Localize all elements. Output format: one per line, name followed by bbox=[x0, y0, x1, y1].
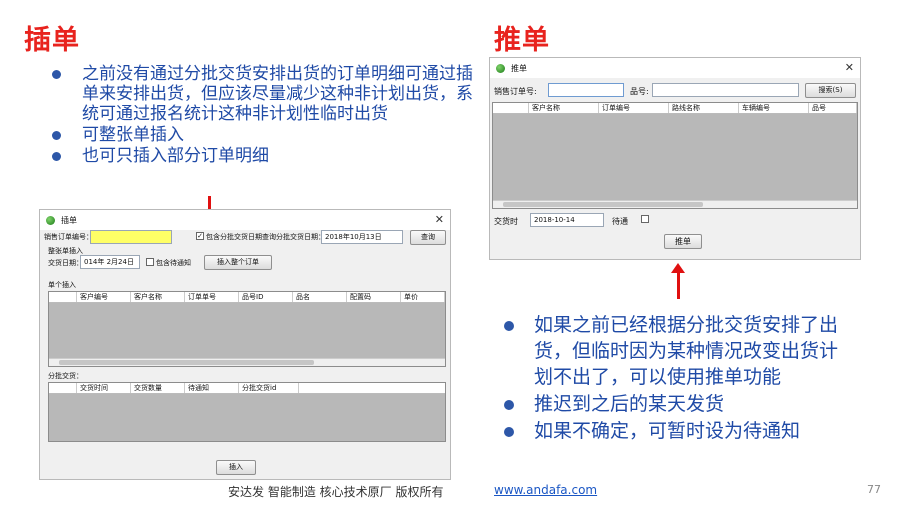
push-item-label: 品号: bbox=[630, 87, 649, 96]
down-arrow-shaft bbox=[208, 196, 211, 210]
whole-group-label: 整张单插入 bbox=[48, 247, 83, 255]
column-header[interactable]: 订单单号 bbox=[185, 292, 239, 302]
push-grid-header: 客户名称 订单编号 路线名称 车辆编号 品号 bbox=[493, 103, 857, 114]
column-header[interactable]: 单价 bbox=[401, 292, 445, 302]
bullet-dot bbox=[52, 131, 61, 140]
column-header[interactable]: 品号ID bbox=[239, 292, 293, 302]
detail-grid[interactable]: 客户编号 客户名称 订单单号 品号ID 品名 配置码 单价 bbox=[48, 291, 446, 367]
include-pending-label: 包含待通知 bbox=[156, 259, 191, 267]
push-grid[interactable]: 客户名称 订单编号 路线名称 车辆编号 品号 bbox=[492, 102, 858, 209]
right-title: 推单 bbox=[494, 25, 550, 56]
push-window: 推单 ✕ 销售订单号: 品号: 搜索(S) 客户名称 订单编号 路线名称 车辆编… bbox=[489, 57, 861, 260]
batch-group-label: 分批交货： bbox=[48, 372, 83, 380]
insert-window-titlebar: 插单 ✕ bbox=[40, 210, 450, 230]
insert-window-title: 插单 bbox=[61, 215, 77, 225]
bullet-dot bbox=[52, 70, 61, 79]
row-header-cell bbox=[49, 292, 77, 302]
column-header[interactable]: 客户名称 bbox=[131, 292, 185, 302]
bullet-dot bbox=[52, 152, 61, 161]
row-header-cell bbox=[49, 383, 77, 393]
push-order-no-input[interactable] bbox=[548, 83, 624, 97]
batch-grid[interactable]: 交货时间 交货数量 待通知 分批交货id bbox=[48, 382, 446, 442]
footer-company: 安达发 智能制造 核心技术原厂 版权所有 bbox=[228, 485, 444, 499]
app-icon bbox=[46, 215, 55, 225]
insert-window: 插单 ✕ 销售订单编号： ✓ 包含分批交货日期查询 分批交货日期： 2018年1… bbox=[39, 209, 451, 480]
right-bullet: 如果之前已经根据分批交货安排了出货，但临时因为某种情况改变出货计划不出了，可以使… bbox=[502, 312, 844, 390]
horizontal-scrollbar[interactable] bbox=[493, 200, 857, 208]
right-bullet-list: 如果之前已经根据分批交货安排了出货，但临时因为某种情况改变出货计划不出了，可以使… bbox=[502, 312, 844, 445]
include-pending-checkbox[interactable] bbox=[146, 258, 154, 266]
column-header[interactable]: 品名 bbox=[293, 292, 347, 302]
column-header[interactable]: 交货时间 bbox=[77, 383, 131, 393]
push-window-titlebar: 推单 ✕ bbox=[490, 58, 860, 78]
left-title: 插单 bbox=[24, 25, 80, 56]
row-header-cell bbox=[493, 103, 529, 113]
search-button[interactable]: 搜索(S) bbox=[805, 83, 856, 98]
right-bullet-text: 如果之前已经根据分批交货安排了出货，但临时因为某种情况改变出货计划不出了，可以使… bbox=[534, 314, 839, 388]
left-bullet-text: 也可只插入部分订单明细 bbox=[82, 146, 269, 166]
batch-date-picker[interactable]: 2018年10月13日 bbox=[321, 230, 403, 244]
column-header[interactable]: 交货数量 bbox=[131, 383, 185, 393]
right-bullet-text: 推迟到之后的某天发货 bbox=[534, 393, 725, 415]
column-header[interactable]: 车辆编号 bbox=[739, 103, 809, 113]
delivery-date-label: 交货日期： bbox=[48, 259, 83, 267]
column-header[interactable]: 分批交货id bbox=[239, 383, 299, 393]
batch-date-label: 分批交货日期： bbox=[276, 233, 325, 241]
left-bullet: 之前没有通过分批交货安排出货的订单明细可通过插单来安排出货，但应该尽量减少这种非… bbox=[48, 64, 488, 124]
order-no-input[interactable] bbox=[90, 230, 172, 244]
right-bullet: 推迟到之后的某天发货 bbox=[502, 391, 844, 417]
right-bullet: 如果不确定，可暂时设为待通知 bbox=[502, 418, 844, 444]
insert-whole-order-button[interactable]: 插入整个订单 bbox=[204, 255, 272, 270]
push-order-no-label: 销售订单号: bbox=[494, 87, 537, 96]
page-number: 77 bbox=[867, 483, 881, 496]
app-icon bbox=[496, 63, 505, 73]
column-header[interactable]: 路线名称 bbox=[669, 103, 739, 113]
order-no-label: 销售订单编号： bbox=[44, 233, 93, 241]
delivery-time-label: 交货时 bbox=[494, 217, 518, 226]
left-bullet-text: 可整张单插入 bbox=[82, 125, 184, 145]
column-header[interactable]: 配置码 bbox=[347, 292, 401, 302]
push-item-input[interactable] bbox=[652, 83, 799, 97]
bullet-dot bbox=[504, 400, 514, 410]
batch-grid-header: 交货时间 交货数量 待通知 分批交货id bbox=[49, 383, 445, 394]
column-header[interactable]: 订单编号 bbox=[599, 103, 669, 113]
insert-button[interactable]: 插入 bbox=[216, 460, 256, 475]
delivery-date-picker[interactable]: 014年 2月24日 bbox=[80, 255, 140, 269]
left-bullet-list: 之前没有通过分批交货安排出货的订单明细可通过插单来安排出货，但应该尽量减少这种非… bbox=[48, 64, 488, 167]
detail-grid-header: 客户编号 客户名称 订单单号 品号ID 品名 配置码 单价 bbox=[49, 292, 445, 303]
left-bullet: 可整张单插入 bbox=[48, 125, 488, 145]
include-batch-date-label: 包含分批交货日期查询 bbox=[206, 233, 276, 241]
column-header[interactable]: 待通知 bbox=[185, 383, 239, 393]
include-batch-date-checkbox[interactable]: ✓ bbox=[196, 232, 204, 240]
footer-link[interactable]: www.andafa.com bbox=[494, 483, 597, 497]
left-bullet: 也可只插入部分订单明细 bbox=[48, 146, 488, 166]
close-icon[interactable]: ✕ bbox=[435, 213, 444, 226]
column-header[interactable]: 客户名称 bbox=[529, 103, 599, 113]
bullet-dot bbox=[504, 321, 514, 331]
up-arrow-shaft bbox=[677, 272, 680, 299]
horizontal-scrollbar[interactable] bbox=[49, 358, 445, 366]
right-bullet-text: 如果不确定，可暂时设为待通知 bbox=[534, 420, 801, 442]
column-header[interactable]: 品号 bbox=[809, 103, 857, 113]
close-icon[interactable]: ✕ bbox=[845, 61, 854, 74]
single-group-label: 单个插入 bbox=[48, 281, 76, 289]
pending-checkbox[interactable] bbox=[641, 215, 649, 223]
pending-label: 待通 bbox=[612, 217, 628, 226]
push-window-title: 推单 bbox=[511, 63, 527, 73]
bullet-dot bbox=[504, 427, 514, 437]
push-delivery-date-picker[interactable]: 2018-10-14 bbox=[530, 213, 604, 227]
column-header[interactable]: 客户编号 bbox=[77, 292, 131, 302]
left-bullet-text: 之前没有通过分批交货安排出货的订单明细可通过插单来安排出货，但应该尽量减少这种非… bbox=[82, 64, 473, 124]
push-button[interactable]: 推单 bbox=[664, 234, 702, 249]
query-button[interactable]: 查询 bbox=[410, 230, 446, 245]
